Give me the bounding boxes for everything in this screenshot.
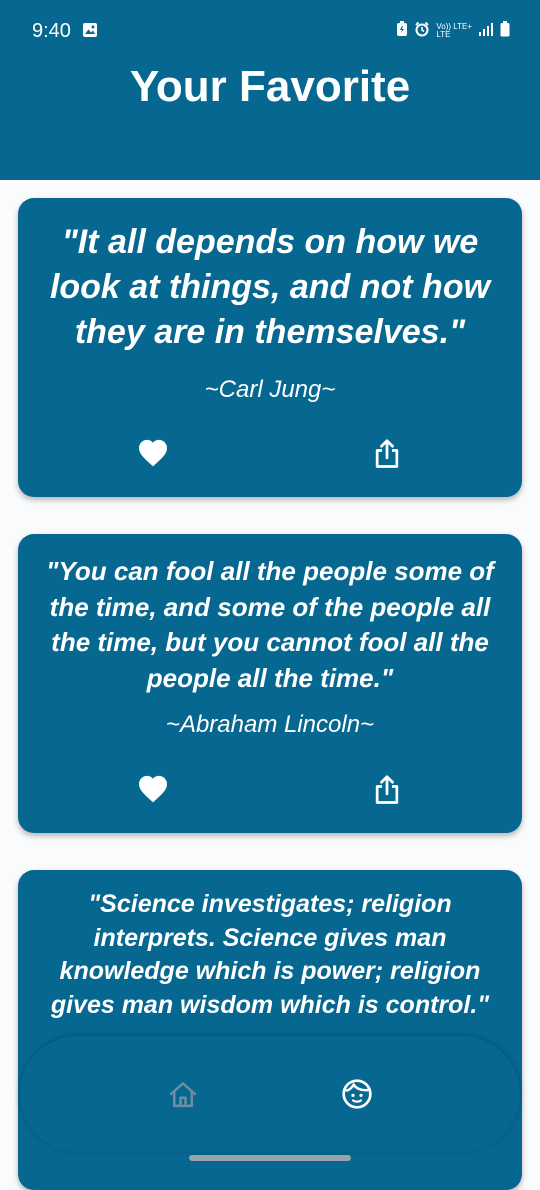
nav-home-button[interactable]	[164, 1075, 202, 1113]
nav-profile-button[interactable]	[338, 1075, 376, 1113]
bottom-navigation	[20, 1036, 520, 1152]
share-icon	[375, 775, 399, 804]
quote-card: "It all depends on how we look at things…	[18, 198, 522, 497]
status-icons: Vo)) LTE+ LTE	[396, 20, 510, 42]
quote-text: "Science investigates; religion interpre…	[50, 890, 490, 1019]
battery-icon	[500, 20, 510, 42]
network-type-bottom: LTE	[436, 30, 451, 39]
quote-card: "You can fool all the people some of the…	[18, 534, 522, 833]
data-saver-icon	[396, 20, 408, 42]
share-icon	[375, 439, 399, 468]
favorite-button[interactable]	[133, 433, 173, 473]
quote-text: "You can fool all the people some of the…	[46, 556, 494, 693]
quote-author: ~Carl Jung~	[204, 376, 336, 403]
gallery-notification-icon	[82, 22, 98, 38]
profile-face-icon	[342, 1079, 372, 1109]
quote-author: ~Abraham Lincoln~	[165, 711, 375, 738]
status-bar: 9:40 Vo)) LTE+ LTE	[0, 0, 540, 62]
share-button[interactable]	[367, 769, 407, 809]
heart-icon	[139, 439, 167, 467]
quote-text: "It all depends on how we look at things…	[49, 223, 491, 351]
heart-icon	[139, 775, 167, 803]
favorite-button[interactable]	[133, 769, 173, 809]
home-icon	[169, 1082, 197, 1108]
status-time: 9:40	[32, 20, 71, 42]
gesture-navigation-bar[interactable]	[189, 1155, 351, 1161]
page-title: Your Favorite	[129, 62, 411, 111]
alarm-icon	[414, 21, 430, 42]
network-type: Vo)) LTE+ LTE	[436, 23, 472, 39]
signal-icon	[478, 22, 494, 41]
share-button[interactable]	[367, 433, 407, 473]
app-header: 9:40 Vo)) LTE+ LTE Your Favorite	[0, 0, 540, 180]
